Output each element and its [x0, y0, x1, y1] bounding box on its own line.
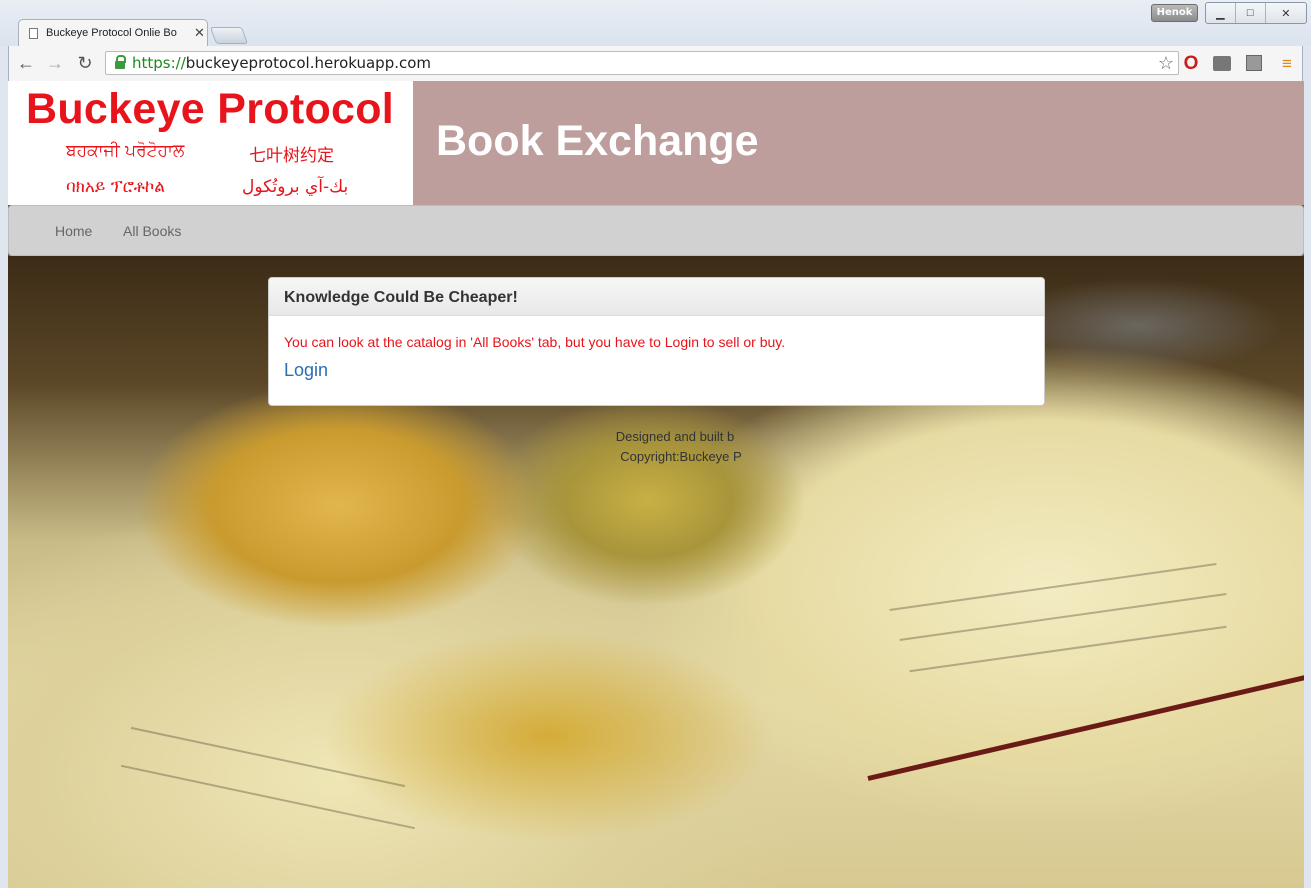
forward-arrow-icon[interactable]: → [44, 52, 66, 74]
site-logo[interactable]: Buckeye Protocol ਬਹਕਾਜੀ ਪਰੋਟੋਹਾਲ 七叶树约定 ባ… [8, 81, 413, 205]
url-scheme: https:// [132, 54, 186, 72]
nav-home[interactable]: Home [55, 223, 92, 239]
banner-title: Book Exchange [436, 117, 759, 165]
site-header: Buckeye Protocol ਬਹਕਾਜੀ ਪਰੋਟੋਹਾਲ 七叶树约定 ባ… [8, 81, 1304, 205]
logo-subtitle-amharic: ባክአይ ፕሮቶኮል [66, 177, 166, 197]
tab-close-icon[interactable]: ✕ [194, 25, 205, 41]
window-controls: ▁ □ ✕ [1205, 2, 1307, 24]
browser-toolbar: ← → ↻ https:// buckeyeprotocol.herokuapp… [8, 46, 1303, 81]
header-banner: Book Exchange [413, 81, 1304, 205]
close-window-button[interactable]: ✕ [1266, 3, 1306, 23]
tab-title: Buckeye Protocol Onlie Bo [46, 27, 177, 39]
browser-tab[interactable]: Buckeye Protocol Onlie Bo ✕ [18, 19, 208, 46]
url-host: buckeyeprotocol.herokuapp.com [185, 54, 432, 72]
profile-badge[interactable]: Henok [1151, 4, 1198, 22]
nav-all-books[interactable]: All Books [123, 223, 181, 239]
main-navbar: Home All Books [8, 205, 1304, 256]
footer-copyright: Copyright:Buckeye P [620, 449, 742, 464]
extension-keyboard-icon[interactable] [1213, 56, 1231, 71]
reload-icon[interactable]: ↻ [74, 52, 96, 74]
browser-window: Henok ▁ □ ✕ Buckeye Protocol Onlie Bo ✕ … [0, 0, 1311, 888]
minimize-button[interactable]: ▁ [1206, 3, 1236, 23]
title-bar: Henok ▁ □ ✕ Buckeye Protocol Onlie Bo ✕ [0, 0, 1311, 46]
panel-message: You can look at the catalog in 'All Book… [284, 334, 786, 350]
logo-subtitle-chinese: 七叶树约定 [249, 146, 334, 166]
panel-title: Knowledge Could Be Cheaper! [284, 289, 518, 306]
menu-icon[interactable]: ≡ [1277, 54, 1297, 74]
footer-credit: Designed and built b [615, 429, 735, 444]
extension-copy-icon[interactable] [1246, 55, 1262, 71]
maximize-button[interactable]: □ [1236, 3, 1266, 23]
welcome-panel: Knowledge Could Be Cheaper! You can look… [268, 277, 1045, 406]
extension-red-o-icon[interactable]: O [1181, 54, 1201, 74]
address-bar[interactable]: https:// buckeyeprotocol.herokuapp.com ☆ [105, 51, 1179, 75]
login-link[interactable]: Login [284, 360, 328, 381]
page-viewport: Buckeye Protocol ਬਹਕਾਜੀ ਪਰੋਟੋਹਾਲ 七叶树约定 ባ… [8, 81, 1304, 888]
new-tab-button[interactable] [209, 27, 249, 44]
logo-subtitle-punjabi: ਬਹਕਾਜੀ ਪਰੋਟੋਹਾਲ [66, 141, 185, 161]
bookmark-star-icon[interactable]: ☆ [1158, 53, 1174, 74]
document-icon [29, 27, 38, 39]
logo-title: Buckeye Protocol [26, 85, 395, 133]
logo-subtitle-arabic: بك-آي بروتُكول [242, 177, 349, 197]
back-arrow-icon[interactable]: ← [15, 52, 37, 74]
lock-icon [115, 54, 126, 69]
